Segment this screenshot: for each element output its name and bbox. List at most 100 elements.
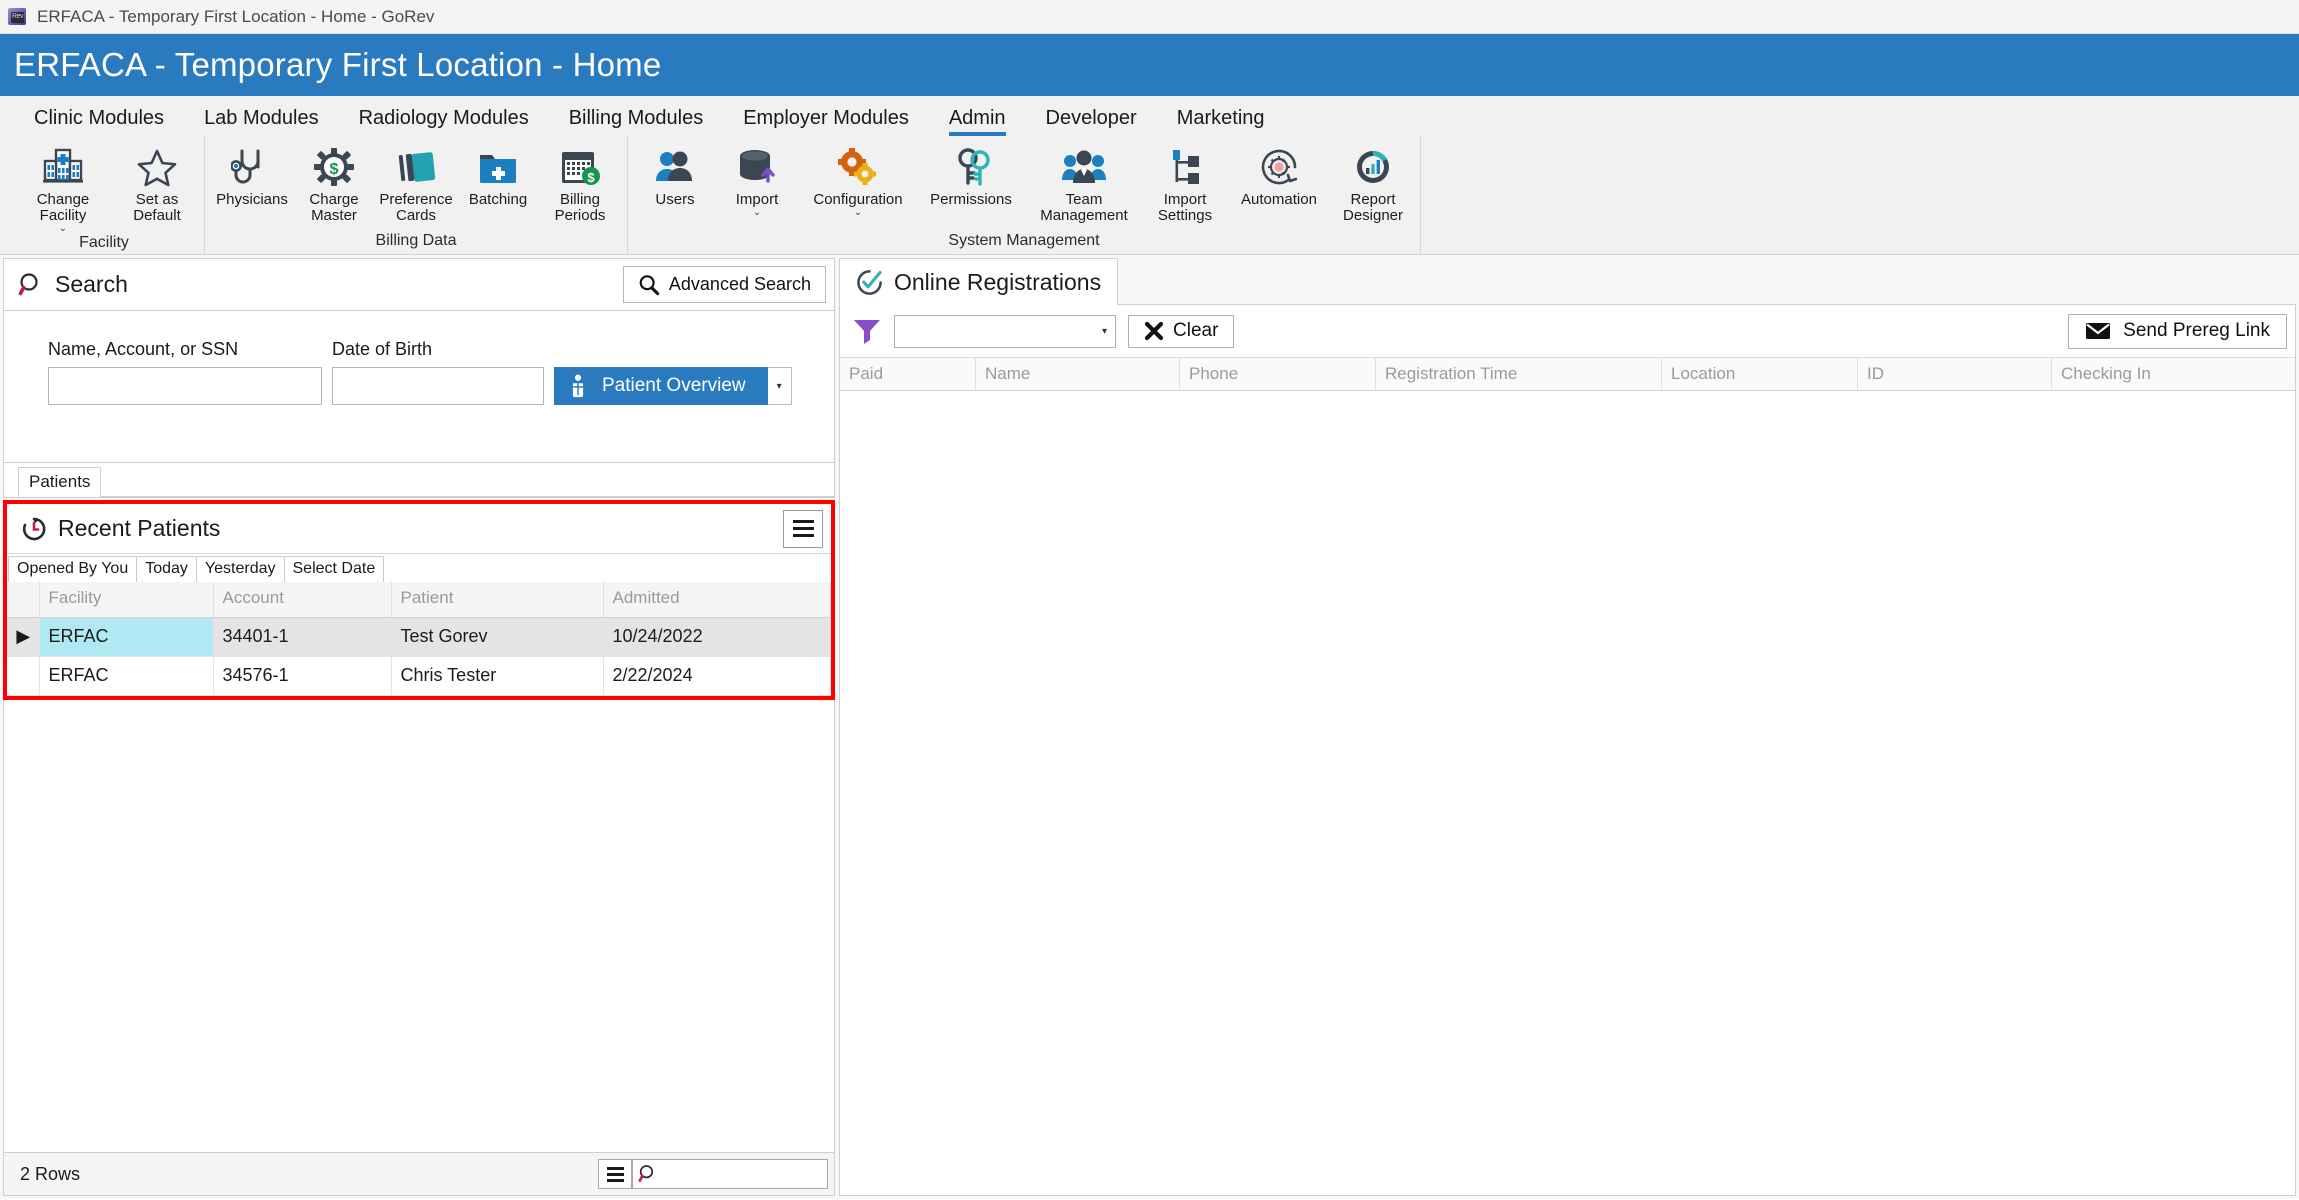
recent-patients-empty-area <box>3 699 835 1152</box>
column-header-admitted[interactable]: Admitted <box>603 582 831 618</box>
tab-patients[interactable]: Patients <box>18 467 102 497</box>
table-row[interactable]: ▶ ERFAC 34401-1 Test Gorev 10/24/2022 <box>7 617 831 657</box>
search-panel: Search Advanced Search Name, Account, or… <box>3 258 835 498</box>
column-header-location[interactable]: Location <box>1662 358 1858 390</box>
ribbon-tab-employer-modules[interactable]: Employer Modules <box>723 107 929 136</box>
ribbon-button-billing-periods[interactable]: $ Billing Periods <box>539 142 621 224</box>
column-header-phone[interactable]: Phone <box>1180 358 1376 390</box>
ribbon-button-label: Physicians <box>216 191 288 208</box>
ribbon-button-label: Import Settings <box>1157 191 1213 225</box>
svg-text:$: $ <box>587 170 595 185</box>
column-header-paid[interactable]: Paid <box>840 358 976 390</box>
ribbon-button-report-designer[interactable]: Report Designer <box>1332 142 1414 224</box>
ribbon-button-automation[interactable]: Automation <box>1226 142 1332 208</box>
cell-facility: ERFAC <box>39 656 214 696</box>
search-field-label: Date of Birth <box>332 339 433 359</box>
ribbon-group-system-management: Users Import ⌄ Configuration ⌄ Permissio… <box>628 136 1421 254</box>
search-icon <box>638 1164 658 1184</box>
ribbon-button-batching[interactable]: Batching <box>457 142 539 208</box>
ribbon-tab-clinic-modules[interactable]: Clinic Modules <box>14 107 184 136</box>
advanced-search-button[interactable]: Advanced Search <box>622 266 826 303</box>
hospital-building-icon <box>40 144 86 190</box>
online-registrations-body: ▾ Clear Send Prereg Link Paid Name Phone… <box>839 305 2296 1196</box>
patient-overview-dropdown-button[interactable]: ▾ <box>767 367 792 405</box>
recent-patients-statusbar: 2 Rows <box>3 1152 835 1196</box>
ribbon-button-label: Report Designer <box>1342 191 1404 225</box>
ribbon-button-label: Team Management <box>1040 191 1128 225</box>
grid-header-row: Facility Account Patient Admitted <box>7 582 831 618</box>
ribbon-tab-radiology-modules[interactable]: Radiology Modules <box>339 107 549 136</box>
cell-admitted: 2/22/2024 <box>603 656 831 696</box>
grid-search-input[interactable] <box>632 1159 828 1189</box>
chevron-down-icon[interactable]: ⌄ <box>753 208 761 218</box>
search-field-row: Name, Account, or SSN Date of Birth Pati… <box>4 339 834 405</box>
chevron-down-icon[interactable]: ⌄ <box>59 224 67 234</box>
clear-button[interactable]: Clear <box>1128 314 1235 348</box>
users-icon <box>652 144 698 190</box>
ribbon-button-configuration[interactable]: Configuration ⌄ <box>798 142 918 218</box>
check-circle-icon <box>856 269 883 296</box>
ribbon-button-physicians[interactable]: Physicians <box>211 142 293 208</box>
patient-overview-label: Patient Overview <box>602 375 746 396</box>
ribbon-tab-marketing[interactable]: Marketing <box>1157 107 1285 136</box>
gears-icon <box>835 144 881 190</box>
send-prereg-link-button[interactable]: Send Prereg Link <box>2068 313 2287 349</box>
tab-select-date[interactable]: Select Date <box>283 556 385 582</box>
ribbon-group-label: Billing Data <box>375 232 457 249</box>
ribbon-button-label: Preference Cards <box>379 191 453 225</box>
column-header-name[interactable]: Name <box>976 358 1180 390</box>
tab-opened-by-you[interactable]: Opened By You <box>8 556 138 582</box>
ribbon-button-team-management[interactable]: Team Management <box>1024 142 1144 224</box>
ribbon-button-import-settings[interactable]: Import Settings <box>1144 142 1226 224</box>
import-settings-icon <box>1162 144 1208 190</box>
team-people-icon <box>1061 144 1107 190</box>
ribbon-button-users[interactable]: Users <box>634 142 716 208</box>
envelope-icon <box>2085 321 2111 341</box>
column-header-checking-in[interactable]: Checking In <box>2052 358 2295 390</box>
magnifier-icon <box>638 274 660 296</box>
ribbon-button-preference-cards[interactable]: Preference Cards <box>375 142 457 224</box>
cell-patient: Test Gorev <box>391 617 604 657</box>
online-registrations-grid-header: Paid Name Phone Registration Time Locati… <box>840 357 2295 391</box>
ribbon-button-set-as-default[interactable]: Set as Default <box>116 142 198 224</box>
ribbon-body: Change Facility ⌄ Set as Default Facilit… <box>0 136 2299 254</box>
workspace: Search Advanced Search Name, Account, or… <box>0 255 2299 1199</box>
search-input-name-account-ssn[interactable] <box>48 367 322 405</box>
patient-overview-button[interactable]: Patient Overview <box>554 367 768 405</box>
tab-yesterday[interactable]: Yesterday <box>195 556 285 582</box>
ribbon-group-label: System Management <box>948 232 1100 249</box>
tab-today[interactable]: Today <box>136 556 197 582</box>
left-column: Search Advanced Search Name, Account, or… <box>3 258 835 1196</box>
funnel-filter-icon[interactable] <box>852 316 882 346</box>
table-row[interactable]: ERFAC 34576-1 Chris Tester 2/22/2024 <box>7 656 831 696</box>
column-header-registration-time[interactable]: Registration Time <box>1376 358 1662 390</box>
hamburger-menu-icon[interactable] <box>598 1159 632 1189</box>
ribbon-button-charge-master[interactable]: $ Charge Master <box>293 142 375 224</box>
ribbon-button-import[interactable]: Import ⌄ <box>716 142 798 218</box>
ribbon-button-label: Billing Periods <box>554 191 606 225</box>
database-import-icon <box>734 144 780 190</box>
online-registrations-title: Online Registrations <box>894 268 1102 295</box>
chevron-down-icon[interactable]: ⌄ <box>854 208 862 218</box>
ribbon-tab-billing-modules[interactable]: Billing Modules <box>549 107 724 136</box>
ribbon-tab-developer[interactable]: Developer <box>1026 107 1157 136</box>
ribbon-button-label: Import <box>735 191 779 208</box>
ribbon-tab-strip: Clinic Modules Lab Modules Radiology Mod… <box>0 96 2299 136</box>
ribbon-tab-lab-modules[interactable]: Lab Modules <box>184 107 339 136</box>
column-header-account[interactable]: Account <box>213 582 392 618</box>
column-header-patient[interactable]: Patient <box>391 582 604 618</box>
ribbon-button-change-facility[interactable]: Change Facility ⌄ <box>10 142 116 234</box>
hamburger-menu-icon[interactable] <box>783 509 823 548</box>
tab-online-registrations[interactable]: Online Registrations <box>839 258 1119 305</box>
filter-select[interactable]: ▾ <box>894 314 1116 348</box>
search-input-date-of-birth[interactable] <box>332 367 544 405</box>
search-field-name-account-ssn: Name, Account, or SSN <box>48 339 322 405</box>
ribbon-tab-admin[interactable]: Admin <box>929 107 1026 136</box>
search-panel-tabstrip: Patients <box>4 463 834 497</box>
svg-text:$: $ <box>330 161 339 178</box>
column-header-id[interactable]: ID <box>1858 358 2052 390</box>
ribbon-button-label: Configuration <box>813 191 903 208</box>
column-header-facility[interactable]: Facility <box>39 582 214 618</box>
ribbon-button-permissions[interactable]: Permissions <box>918 142 1024 208</box>
search-panel-title: Search <box>55 271 128 297</box>
